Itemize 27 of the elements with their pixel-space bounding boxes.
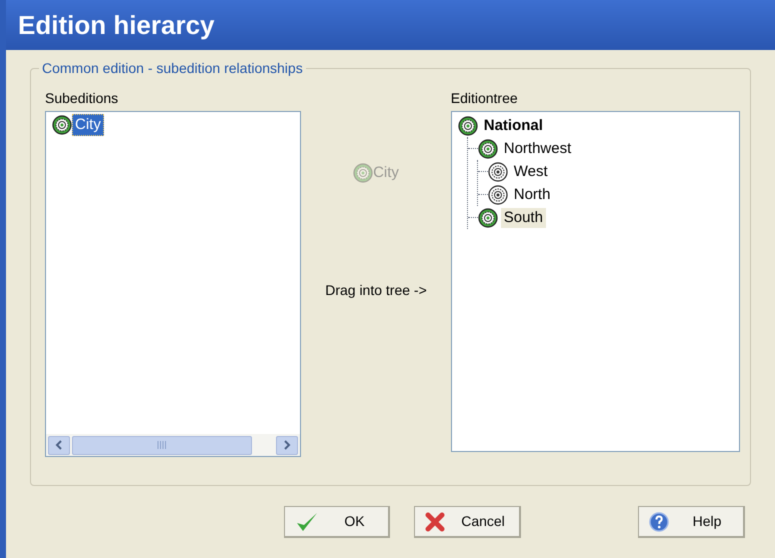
help-icon xyxy=(649,512,669,532)
ok-button[interactable]: OK xyxy=(284,506,390,538)
grip-icon xyxy=(157,441,167,449)
edition-tree[interactable]: National Northwest West North South xyxy=(450,111,740,452)
editiontree-label: Editiontree xyxy=(450,89,519,107)
help-button[interactable]: Help xyxy=(638,506,745,538)
edition-icon xyxy=(353,163,374,184)
drag-preview: City xyxy=(373,163,399,183)
scroll-right-button[interactable] xyxy=(276,436,298,454)
tree-item[interactable]: North xyxy=(510,184,554,204)
scroll-thumb[interactable] xyxy=(72,436,252,454)
subeditions-label: Subeditions xyxy=(45,89,120,107)
drag-hint: Drag into tree -> xyxy=(325,280,427,300)
tree-item[interactable]: South xyxy=(500,208,546,228)
checkmark-icon xyxy=(295,510,319,532)
tree-item[interactable]: Northwest xyxy=(500,138,574,158)
cancel-button[interactable]: Cancel xyxy=(414,506,521,538)
subeditions-list[interactable]: City xyxy=(45,111,302,457)
window-title: Edition hierarcy xyxy=(18,8,214,42)
tree-item[interactable]: West xyxy=(510,162,551,182)
horizontal-scrollbar[interactable] xyxy=(46,434,300,456)
scroll-left-button[interactable] xyxy=(48,436,70,454)
tree-item[interactable]: National xyxy=(480,116,546,136)
close-icon xyxy=(425,512,445,532)
chevron-left-icon xyxy=(55,440,63,450)
chevron-right-icon xyxy=(283,440,292,450)
list-item[interactable]: City xyxy=(72,114,104,136)
